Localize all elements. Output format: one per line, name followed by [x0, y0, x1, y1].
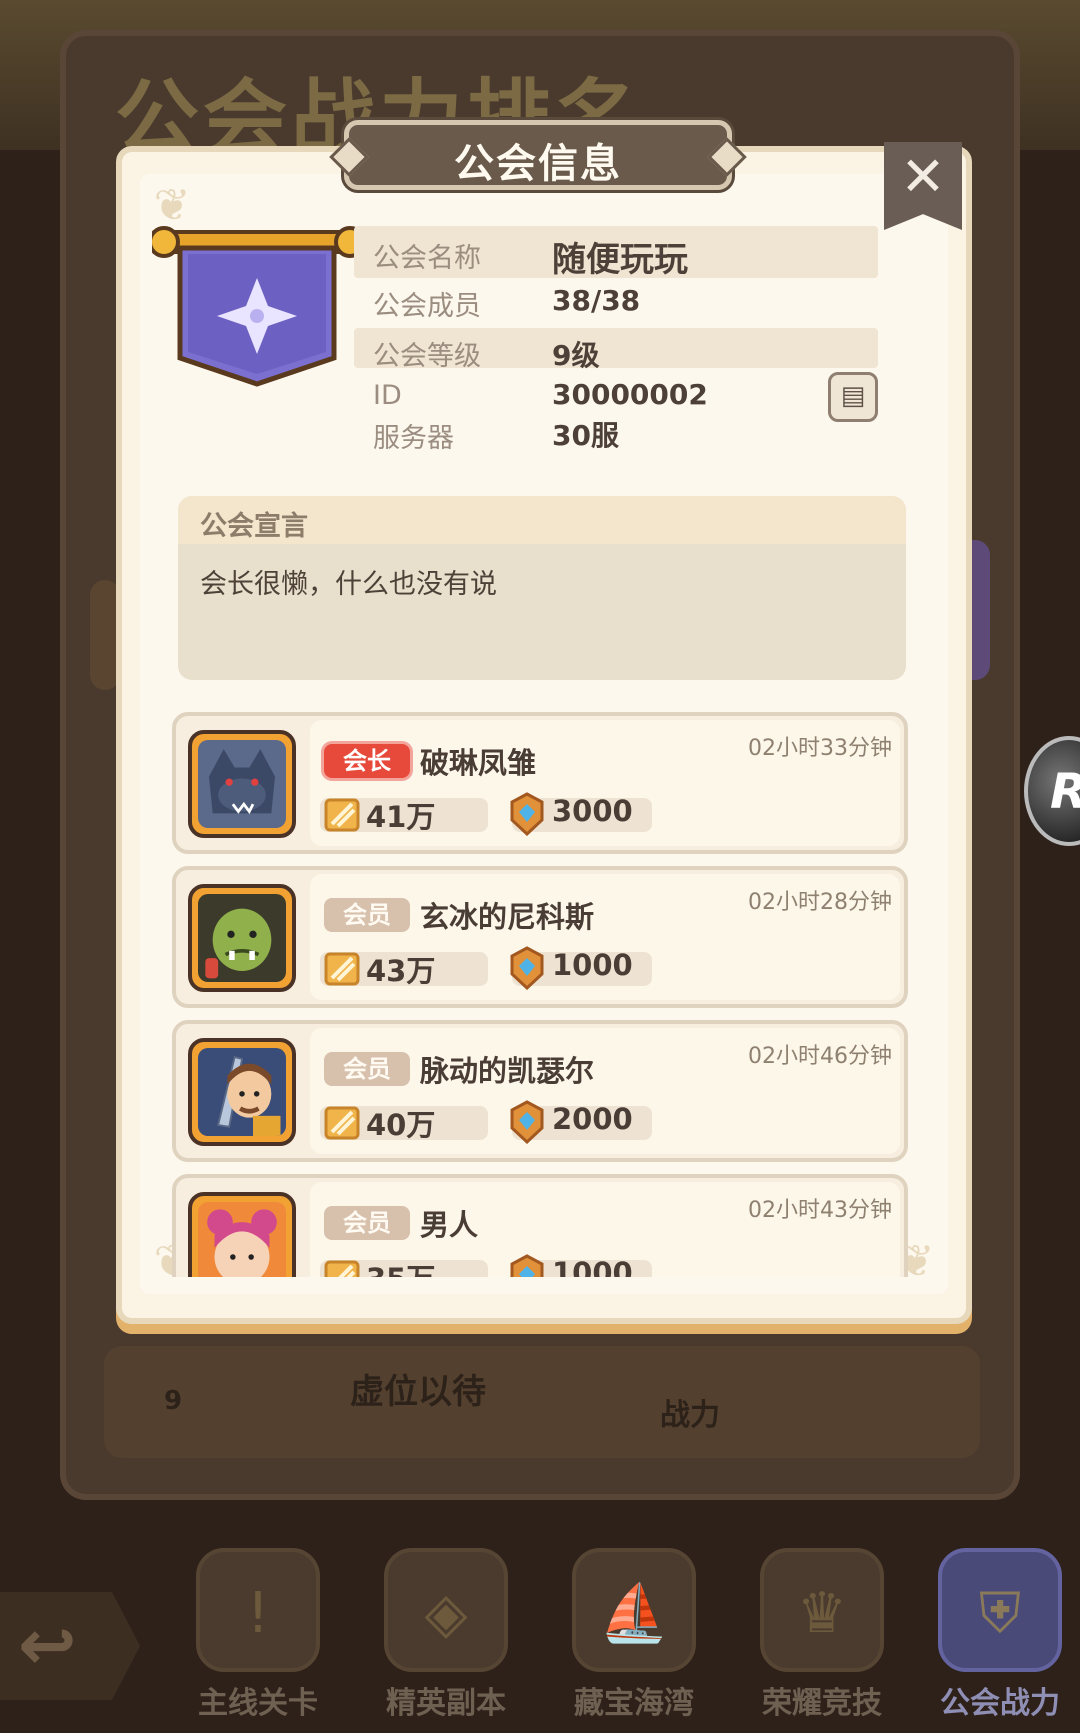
nav-item-label: 荣耀竞技 [762, 1686, 882, 1721]
role-badge-member: 会员 [324, 1206, 410, 1240]
power-icon [324, 798, 360, 832]
member-power: 40万 [366, 1108, 436, 1142]
copy-id-button[interactable]: ▤ [828, 372, 878, 422]
background-row-name: 虚位以待 [350, 1372, 486, 1412]
knight-avatar-icon [198, 1048, 286, 1136]
member-row[interactable]: 会员 脉动的凯瑟尔 02小时46分钟 40万 2000 [172, 1020, 908, 1162]
nav-item-label: 精英副本 [386, 1686, 506, 1721]
guild-badge-icon [510, 1254, 544, 1277]
guild-server-value: 30服 [552, 419, 619, 452]
nav-item-elite-dungeon[interactable]: ◈ 精英副本 [366, 1538, 526, 1728]
nav-item-treasure-bay[interactable]: ⛵ 藏宝海湾 [554, 1538, 714, 1728]
member-row[interactable]: 会长 破琳凤雏 02小时33分钟 41万 3000 [172, 712, 908, 854]
member-avatar[interactable] [188, 1192, 296, 1277]
guild-badge-icon [510, 792, 544, 836]
power-icon [324, 1106, 360, 1140]
guild-members-value: 38/38 [552, 284, 641, 317]
nav-item-label: 藏宝海湾 [574, 1686, 694, 1721]
member-avatar[interactable] [188, 730, 296, 838]
member-last-online: 02小时43分钟 [748, 1198, 892, 1223]
guild-crest-icon: ⛨ [938, 1548, 1062, 1672]
guild-badge-icon [510, 1100, 544, 1144]
bottom-nav: ↩ ! 主线关卡 ◈ 精英副本 ⛵ 藏宝海湾 ♛ 荣耀竞技 ⛨ 公会战力 [0, 1530, 1080, 1733]
member-row[interactable]: 会员 男人 02小时43分钟 35万 1000 [172, 1174, 908, 1277]
member-row[interactable]: 会员 玄冰的尼科斯 02小时28分钟 43万 1000 [172, 866, 908, 1008]
member-name: 男人 [420, 1208, 479, 1242]
back-button[interactable]: ↩ [0, 1592, 140, 1700]
member-name: 玄冰的尼科斯 [420, 900, 595, 934]
power-icon [324, 1260, 360, 1277]
guild-name-value: 随便玩玩 [552, 240, 688, 280]
guild-members-label: 公会成员 [373, 291, 481, 322]
dialog-title-plate: 公会信息 [329, 120, 747, 190]
ship-icon: ⛵ [572, 1548, 696, 1672]
member-badge-value: 1000 [552, 1256, 633, 1277]
member-last-online: 02小时46分钟 [748, 1044, 892, 1069]
orb-letter: R [1050, 764, 1080, 820]
member-last-online: 02小时33分钟 [748, 736, 892, 761]
guild-server-label: 服务器 [373, 423, 454, 454]
guild-id-value: 30000002 [552, 378, 708, 411]
rune-stone-icon: ◈ [384, 1548, 508, 1672]
member-badge-value: 2000 [552, 1102, 633, 1136]
nav-item-label: 主线关卡 [198, 1686, 318, 1721]
nav-item-glory-arena[interactable]: ♛ 荣耀竞技 [742, 1538, 902, 1728]
nav-item-guild-power[interactable]: ⛨ 公会战力 [920, 1538, 1080, 1728]
member-avatar[interactable] [188, 884, 296, 992]
floating-orb-button[interactable]: R [1024, 736, 1080, 846]
guild-id-label: ID [373, 380, 402, 411]
member-power: 41万 [366, 800, 436, 834]
member-list[interactable]: 会长 破琳凤雏 02小时33分钟 41万 3000 会员 玄冰的尼科斯 02小时… [172, 712, 908, 1277]
guild-level-label: 公会等级 [373, 341, 481, 372]
dialog-title: 公会信息 [454, 141, 622, 187]
member-last-online: 02小时28分钟 [748, 890, 892, 915]
role-badge-member: 会员 [324, 898, 410, 932]
member-power: 35万 [366, 1256, 435, 1277]
member-badge-value: 1000 [552, 948, 633, 982]
nav-item-label: 公会战力 [940, 1686, 1060, 1721]
trophy-icon: ♛ [760, 1548, 884, 1672]
exclaim-shield-icon: ! [196, 1548, 320, 1672]
member-name: 脉动的凯瑟尔 [420, 1054, 595, 1088]
guild-declaration-box: 公会宣言 会长很懒，什么也没有说 [178, 496, 906, 680]
copy-icon: ▤ [840, 381, 866, 411]
member-name: 破琳凤雏 [420, 746, 537, 780]
orc-avatar-icon [198, 894, 286, 982]
guild-banner-icon [152, 226, 362, 387]
background-row-rank: 9 [164, 1386, 183, 1416]
background-ranking-row: 9 虚位以待 战力 [104, 1346, 980, 1458]
guild-name-label: 公会名称 [373, 243, 481, 274]
nav-item-main-stage[interactable]: ! 主线关卡 [178, 1538, 338, 1728]
declaration-title: 公会宣言 [200, 511, 308, 542]
back-arrow-icon: ↩ [18, 1604, 77, 1686]
member-avatar[interactable] [188, 1038, 296, 1146]
member-power: 43万 [366, 954, 436, 988]
guild-badge-icon [510, 946, 544, 990]
pink-hair-girl-avatar-icon [198, 1202, 286, 1277]
role-badge-member: 会员 [324, 1052, 410, 1086]
power-icon [324, 952, 360, 986]
close-icon: ✕ [900, 145, 946, 208]
guild-level-value: 9级 [552, 339, 600, 372]
role-badge-leader: 会长 [324, 744, 410, 778]
werewolf-avatar-icon [198, 740, 286, 828]
background-row-power-label: 战力 [660, 1398, 720, 1433]
declaration-text: 会长很懒，什么也没有说 [200, 569, 497, 600]
member-badge-value: 3000 [552, 794, 633, 828]
